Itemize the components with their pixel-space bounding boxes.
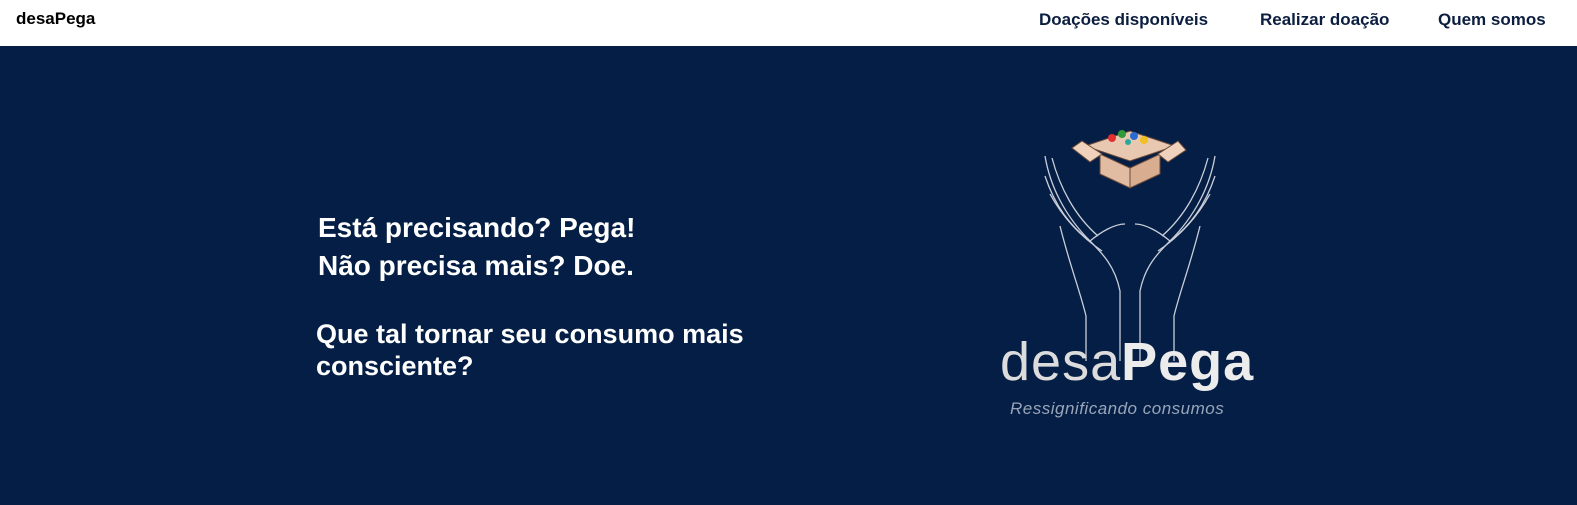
headline-line-1: Está precisando? Pega! (318, 212, 636, 243)
nav-link-make-donation[interactable]: Realizar doação (1260, 10, 1389, 30)
logo-tagline: Ressignificando consumos (1010, 399, 1225, 418)
headline-line-2: Não precisa mais? Doe. (318, 250, 634, 281)
hero-headline: Está precisando? Pega! Não precisa mais?… (318, 209, 635, 285)
logo-word-bold: Pega (1121, 332, 1255, 392)
brand-link[interactable]: desaPega (16, 9, 95, 29)
box-icon (1071, 130, 1187, 189)
hero-section: Está precisando? Pega! Não precisa mais?… (0, 46, 1577, 505)
logo-word-light: desa (1000, 332, 1122, 392)
top-navbar: desaPega Doações disponíveis Realizar do… (0, 0, 1577, 46)
logo-wordmark: desaPega (1000, 331, 1254, 393)
hero-subline: Que tal tornar seu consumo mais conscien… (316, 319, 744, 381)
nav-link-available-donations[interactable]: Doações disponíveis (1039, 10, 1208, 30)
nav-link-about-us[interactable]: Quem somos (1438, 10, 1546, 30)
